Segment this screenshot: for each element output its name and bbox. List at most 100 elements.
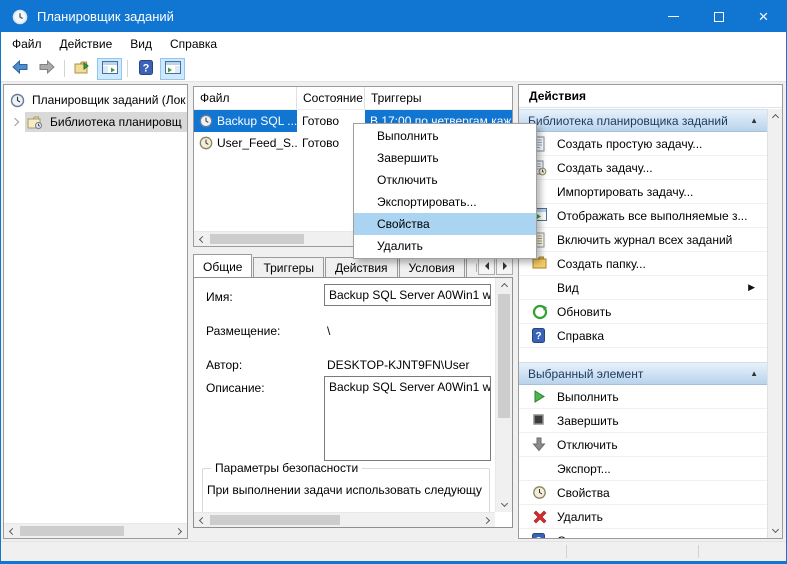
column-header-file[interactable]: Файл (194, 87, 297, 109)
scroll-down-icon[interactable] (497, 497, 512, 512)
action-import-task[interactable]: Импортировать задачу... (519, 180, 767, 204)
details-horizontal-scrollbar[interactable] (194, 512, 495, 527)
scroll-down-icon[interactable] (768, 523, 782, 538)
maximize-button[interactable] (696, 1, 741, 32)
author-label: Автор: (206, 358, 243, 372)
help-button[interactable]: ? (133, 58, 158, 80)
scroll-left-icon[interactable] (194, 513, 209, 527)
action-create-task[interactable]: Создать задачу... (519, 156, 767, 180)
scrollbar-thumb[interactable] (768, 109, 782, 259)
scroll-up-icon[interactable] (768, 109, 782, 124)
statusbar-divider (566, 545, 567, 558)
context-menu-export[interactable]: Экспортировать... (354, 191, 536, 213)
svg-text:?: ? (142, 62, 149, 74)
scroll-left-icon[interactable] (194, 232, 209, 246)
actions-vertical-scrollbar[interactable] (767, 109, 782, 538)
scrollbar-thumb[interactable] (498, 294, 510, 418)
scroll-right-icon[interactable] (480, 513, 495, 527)
main-area: Планировщик заданий (Лок Библиотека план… (1, 82, 786, 541)
action-view[interactable]: Вид (519, 276, 767, 300)
action-label: Создать простую задачу... (557, 136, 703, 151)
help-icon: ? (138, 59, 153, 78)
help-icon: ? (532, 533, 545, 538)
refresh-icon (532, 304, 548, 320)
action-help[interactable]: ? Справка (519, 324, 767, 348)
tab-conditions[interactable]: Условия (398, 257, 465, 277)
action-export[interactable]: Экспорт... (519, 457, 767, 481)
scrollbar-thumb[interactable] (210, 515, 340, 525)
action-enable-history[interactable]: Включить журнал всех заданий (519, 228, 767, 252)
menu-help[interactable]: Справка (161, 34, 226, 54)
tab-content-general: Имя: Backup SQL Server A0Win1 wee Размещ… (193, 277, 513, 528)
menu-view[interactable]: Вид (121, 34, 161, 54)
action-label: Создать папку... (557, 256, 646, 271)
description-field[interactable]: Backup SQL Server A0Win1 wee (324, 376, 491, 461)
action-run[interactable]: Выполнить (519, 385, 767, 409)
toolbar: ? (1, 56, 786, 82)
statusbar (1, 541, 786, 561)
console-tree-button[interactable] (97, 57, 122, 80)
collapse-arrow-icon[interactable] (750, 116, 758, 125)
action-refresh[interactable]: Обновить (519, 300, 767, 324)
security-options-title: Параметры безопасности (211, 461, 363, 475)
name-field[interactable]: Backup SQL Server A0Win1 wee (324, 284, 491, 306)
menu-action[interactable]: Действие (51, 34, 122, 54)
details-vertical-scrollbar[interactable] (495, 278, 512, 512)
task-name: User_Feed_S... (217, 136, 297, 150)
tab-triggers[interactable]: Триггеры (253, 257, 324, 277)
tab-scroll-right-button[interactable] (496, 257, 513, 275)
location-label: Размещение: (206, 324, 281, 338)
tree-horizontal-scrollbar[interactable] (4, 523, 187, 538)
column-header-triggers[interactable]: Триггеры (365, 87, 512, 109)
action-new-folder[interactable]: Создать папку... (519, 252, 767, 276)
chevron-right-icon[interactable] (10, 117, 20, 127)
scroll-left-icon[interactable] (4, 524, 19, 538)
context-menu-end[interactable]: Завершить (354, 147, 536, 169)
forward-button[interactable] (34, 58, 59, 80)
scrollbar-thumb[interactable] (20, 526, 124, 536)
tab-general[interactable]: Общие (193, 254, 253, 277)
minimize-button[interactable] (651, 1, 696, 32)
group-header-library[interactable]: Библиотека планировщика заданий (519, 109, 767, 132)
action-label: Вид (557, 280, 579, 295)
tree-item-task-scheduler-library[interactable]: Библиотека планировщ (4, 111, 187, 133)
run-icon (532, 389, 546, 404)
scroll-right-icon[interactable] (172, 524, 187, 538)
tab-actions[interactable]: Действия (324, 257, 398, 277)
collapse-arrow-icon[interactable] (750, 369, 758, 378)
action-label: Свойства (557, 485, 610, 500)
action-delete[interactable]: Удалить (519, 505, 767, 529)
maximize-icon (713, 11, 724, 22)
scrollbar-thumb[interactable] (210, 234, 304, 244)
context-menu-properties[interactable]: Свойства (354, 213, 536, 235)
group-header-selected-item[interactable]: Выбранный элемент (519, 362, 767, 385)
action-display-running-tasks[interactable]: Отображать все выполняемые з... (519, 204, 767, 228)
action-help-selected[interactable]: ? Справка (519, 529, 767, 538)
author-value: DESKTOP-KJNT9FN\User (327, 358, 470, 372)
context-menu-delete[interactable]: Удалить (354, 235, 536, 257)
console-tree-panel: Планировщик заданий (Лок Библиотека план… (3, 84, 188, 539)
task-clock-icon (199, 136, 213, 150)
close-button[interactable] (741, 1, 786, 32)
export-list-button[interactable] (70, 58, 95, 80)
statusbar-divider (698, 545, 699, 558)
action-create-basic-task[interactable]: Создать простую задачу... (519, 132, 767, 156)
titlebar: Планировщик заданий (1, 1, 786, 32)
action-disable[interactable]: Отключить (519, 433, 767, 457)
minimize-icon (668, 16, 679, 17)
menu-file[interactable]: Файл (3, 34, 51, 54)
action-pane-button[interactable] (160, 57, 185, 80)
scroll-up-icon[interactable] (497, 278, 512, 293)
back-icon (11, 59, 28, 77)
window-title: Планировщик заданий (37, 9, 174, 24)
action-end[interactable]: Завершить (519, 409, 767, 433)
column-header-status[interactable]: Состояние (297, 87, 365, 109)
triangle-right-icon (502, 262, 511, 270)
action-properties[interactable]: Свойства (519, 481, 767, 505)
tab-scroll-left-button[interactable] (478, 257, 495, 275)
svg-text:?: ? (535, 536, 541, 538)
context-menu-disable[interactable]: Отключить (354, 169, 536, 191)
context-menu-run[interactable]: Выполнить (354, 125, 536, 147)
back-button[interactable] (7, 58, 32, 80)
tree-item-task-scheduler-root[interactable]: Планировщик заданий (Лок (4, 89, 187, 111)
